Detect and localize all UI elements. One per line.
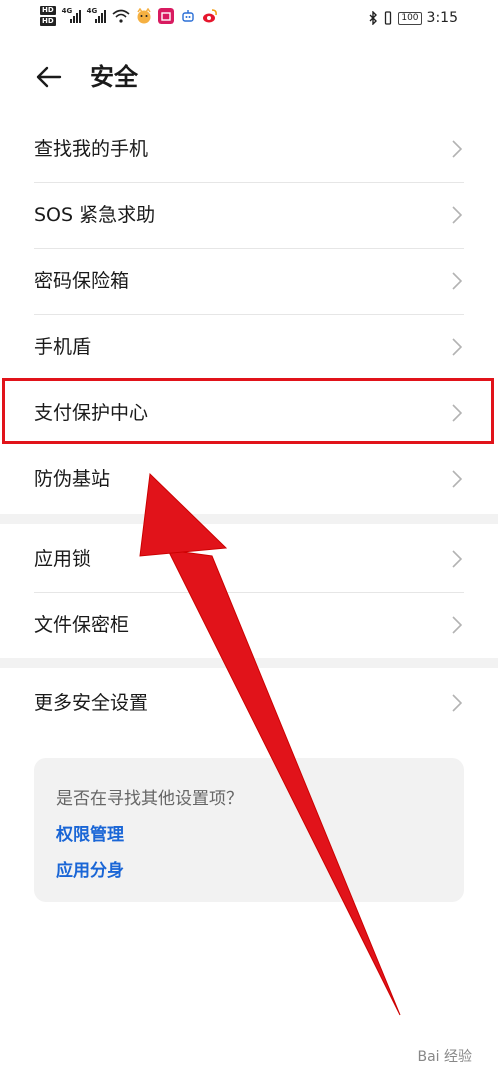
section-gap	[0, 514, 498, 524]
chevron-right-icon	[452, 550, 462, 568]
settings-item-sos[interactable]: SOS 紧急求助	[34, 182, 464, 248]
chevron-right-icon	[452, 272, 462, 290]
settings-item-label: 手机盾	[34, 336, 92, 358]
settings-item-label: 文件保密柜	[34, 614, 130, 636]
bluetooth-icon	[369, 11, 378, 25]
watermark: Bai 经验	[417, 1049, 472, 1065]
settings-item-label: 更多安全设置	[34, 692, 149, 714]
app-twin-link[interactable]: 应用分身	[56, 856, 124, 881]
chevron-right-icon	[452, 470, 462, 488]
settings-item-label: 密码保险箱	[34, 270, 130, 292]
weibo-app-icon	[202, 9, 217, 23]
robot-app-icon	[181, 10, 194, 22]
chevron-right-icon	[452, 338, 462, 356]
back-arrow-icon[interactable]	[34, 62, 64, 92]
hd-badge: HD	[40, 17, 56, 26]
shopping-app-icon	[157, 8, 174, 24]
status-right: 100 3:15	[368, 10, 458, 26]
settings-item-find-my-phone[interactable]: 查找我的手机	[34, 116, 464, 182]
network-type: 4G	[61, 7, 73, 15]
suggestion-card: 是否在寻找其他设置项？ 权限管理 应用分身	[34, 758, 464, 902]
status-bar: HD HD 4G 4G 100 3:15	[0, 0, 498, 40]
vibrate-icon	[385, 11, 392, 25]
settings-item-more-security[interactable]: 更多安全设置	[34, 670, 464, 736]
settings-item-fake-base-station[interactable]: 防伪基站	[34, 446, 464, 512]
network-type: 4G	[86, 7, 98, 15]
status-left: HD HD 4G 4G	[40, 6, 218, 26]
clock: 3:15	[426, 10, 458, 26]
battery-level: 100	[398, 11, 422, 25]
settings-item-label: SOS 紧急求助	[34, 204, 156, 226]
chevron-right-icon	[452, 616, 462, 634]
permission-management-link[interactable]: 权限管理	[56, 820, 124, 845]
settings-item-label: 防伪基站	[34, 468, 111, 490]
settings-item-phone-shield[interactable]: 手机盾	[34, 314, 464, 380]
settings-item-label: 应用锁	[34, 548, 92, 570]
chevron-right-icon	[452, 694, 462, 712]
settings-item-password-vault[interactable]: 密码保险箱	[34, 248, 464, 314]
wifi-icon	[112, 9, 130, 23]
hd-badge: HD	[40, 6, 56, 15]
page-title: 安全	[90, 63, 138, 91]
settings-item-label: 查找我的手机	[34, 138, 149, 160]
section-gap	[0, 658, 498, 668]
highlight-box	[2, 378, 494, 444]
chevron-right-icon	[452, 140, 462, 158]
settings-item-app-lock[interactable]: 应用锁	[34, 526, 464, 592]
hd-indicators: HD HD	[40, 6, 56, 26]
suggestion-question: 是否在寻找其他设置项？	[56, 789, 243, 809]
settings-item-file-safe[interactable]: 文件保密柜	[34, 592, 464, 658]
signal-icon: 4G	[86, 7, 106, 23]
app-header: 安全	[0, 50, 498, 106]
chevron-right-icon	[452, 206, 462, 224]
cat-app-icon	[137, 8, 151, 24]
signal-icon: 4G	[61, 7, 81, 23]
